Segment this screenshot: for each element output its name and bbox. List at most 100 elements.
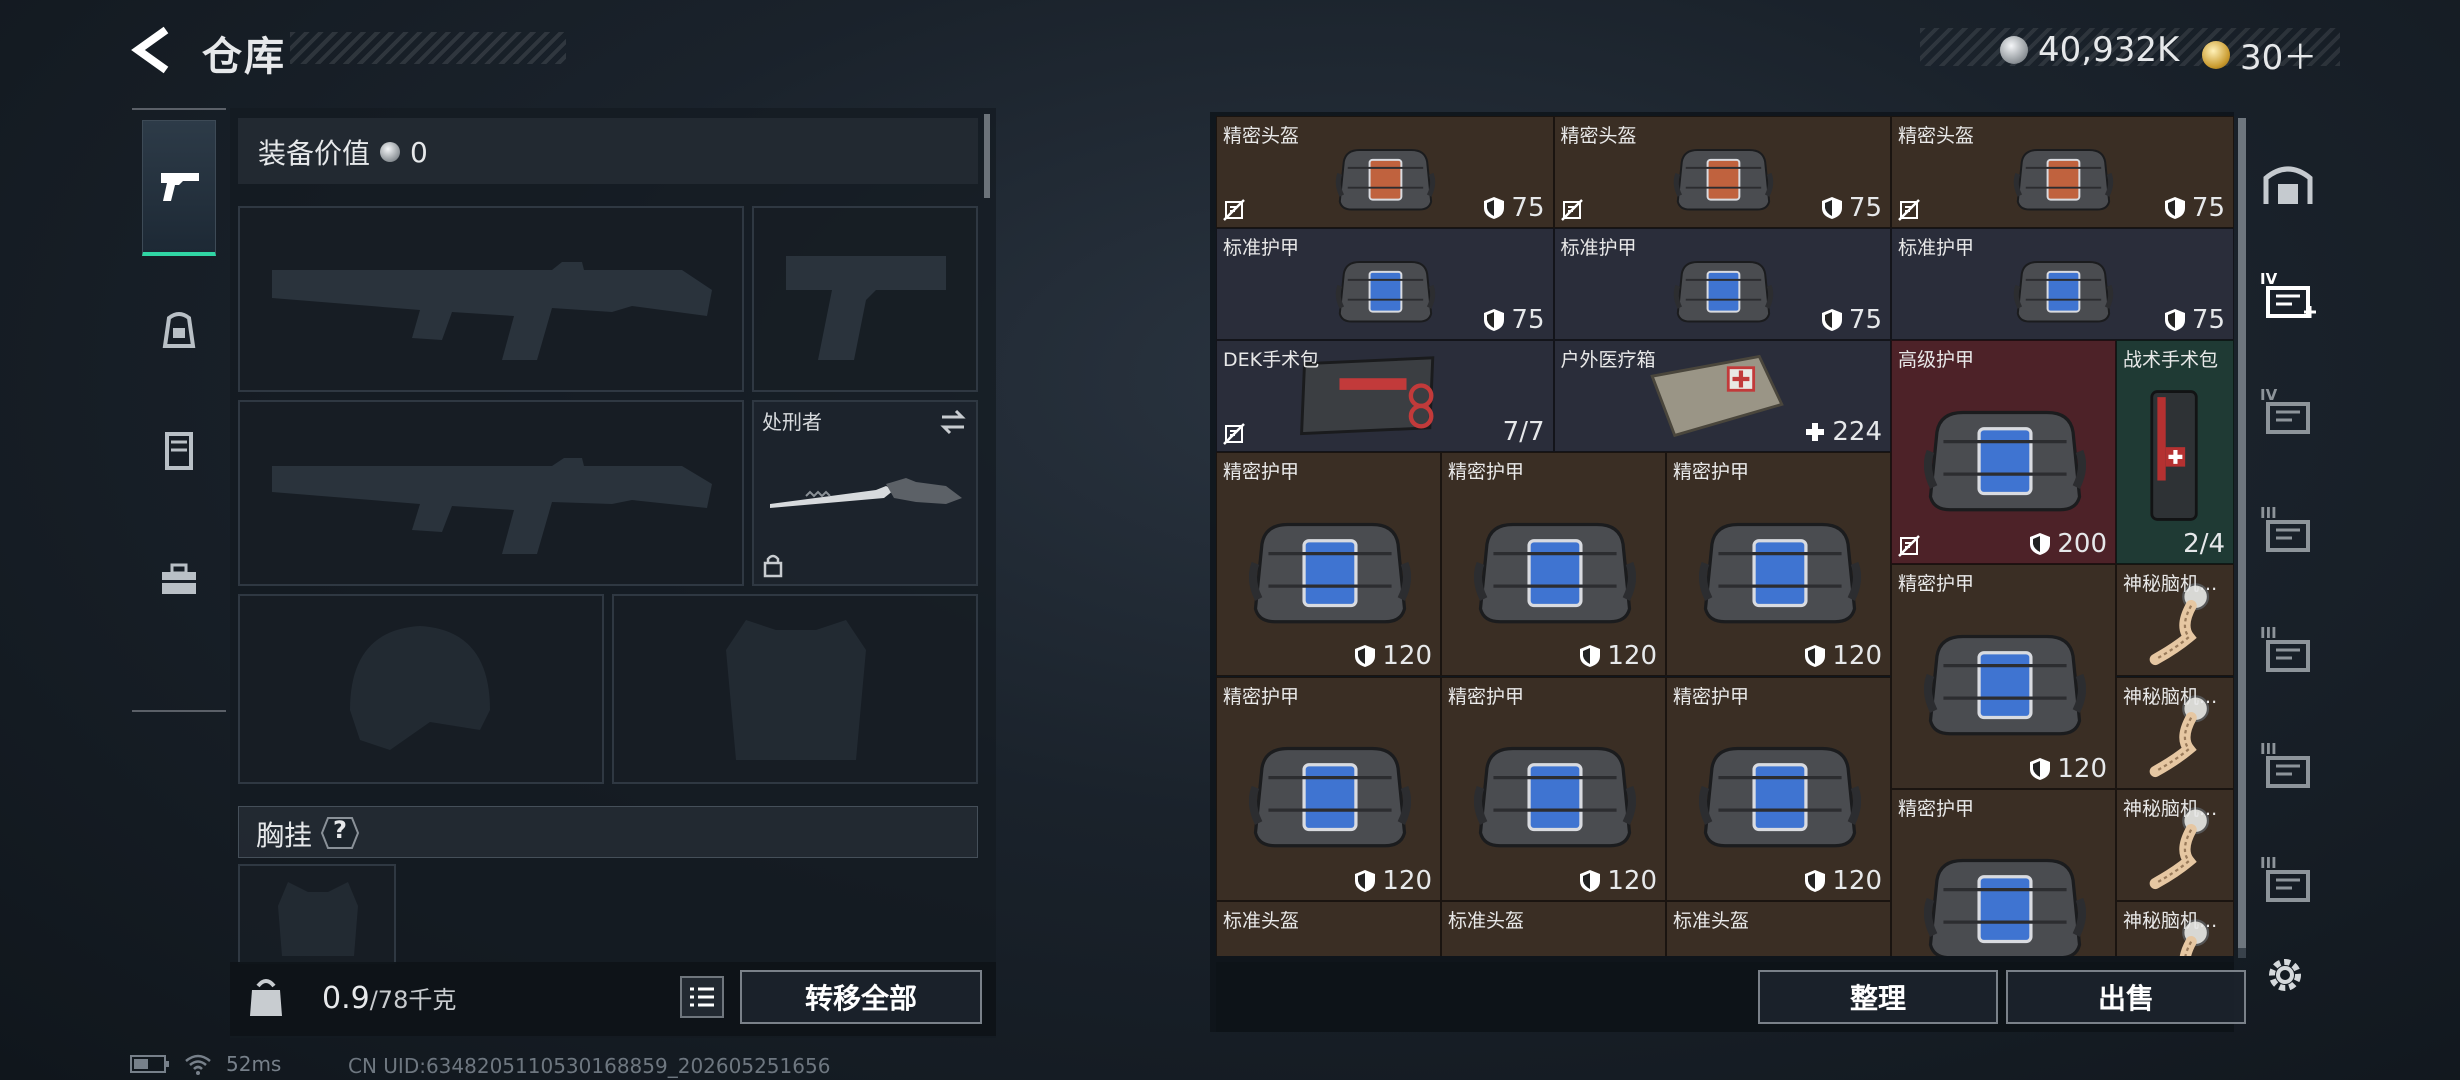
grid-item[interactable]: 精密头盔 75 [1553, 116, 1891, 229]
silver-currency[interactable]: 40,932K [2000, 30, 2179, 70]
container-tabs: IV IV III III III III [2250, 120, 2324, 920]
grid-item[interactable]: DEK手术包 7/7 [1216, 340, 1554, 453]
gold-amount: 30＋ [2240, 38, 2318, 78]
pistol-slot[interactable] [752, 206, 978, 392]
armor-slot[interactable] [612, 594, 978, 784]
container-icon [2266, 640, 2310, 672]
user-uid: CN UID:6348205110530168859_202605251656 [348, 1054, 831, 1078]
item-name: 标准头盔 [1223, 909, 1300, 932]
grid-item[interactable]: 神秘脑机... [2116, 900, 2234, 956]
back-arrow-icon[interactable] [130, 24, 174, 76]
backpack-icon [162, 312, 196, 348]
container-iv-icon[interactable]: IV [2260, 386, 2316, 442]
transfer-all-button[interactable]: 转移全部 [740, 970, 982, 1024]
grid-item[interactable]: 神秘脑机... [2116, 564, 2234, 677]
grid-item[interactable]: 标准护甲 75 [1216, 228, 1554, 341]
durability-shield-icon [1580, 869, 1601, 892]
helmet-item-icon [1474, 950, 1636, 956]
helmet-item-icon [1673, 149, 1773, 211]
tab-weapon[interactable] [142, 120, 216, 256]
item-name: 标准头盔 [1448, 909, 1525, 932]
armor-item-icon [1473, 522, 1636, 624]
grid-scrollbar-thumb[interactable] [2238, 118, 2246, 948]
grid-item[interactable]: 精密护甲 120 [1216, 676, 1441, 901]
durability-shield-icon [1484, 309, 1505, 332]
item-value: 75 [2164, 305, 2225, 335]
tab-backpack[interactable] [142, 280, 216, 380]
gold-currency[interactable]: 30＋ [2202, 30, 2317, 79]
no-insurance-icon [1898, 535, 1920, 558]
tab-toolbox[interactable] [142, 520, 216, 640]
sell-button[interactable]: 出售 [2006, 970, 2246, 1024]
gear-icon[interactable] [2262, 952, 2308, 998]
helmet-silhouette-icon [350, 626, 490, 750]
item-value: 120 [1579, 866, 1657, 896]
item-value-text: 75 [2191, 193, 2225, 224]
grid-item[interactable]: 精密护甲 120 [1441, 676, 1666, 901]
tab-vest[interactable] [142, 390, 216, 510]
helmet-item-icon [1249, 950, 1411, 956]
durability-shield-icon [2164, 197, 2185, 220]
armor-item-icon [1698, 746, 1861, 848]
container-iii-icon[interactable]: III [2260, 624, 2316, 680]
grid-item[interactable]: 标准头盔 [1666, 900, 1891, 956]
grid-item[interactable]: 精密头盔 75 [1891, 116, 2234, 229]
grid-item[interactable]: 精密护甲 120 [1891, 564, 2116, 789]
storage-icon[interactable] [2260, 156, 2316, 212]
grid-item[interactable]: 高级护甲 200 [1891, 340, 2116, 565]
container-icon [2266, 520, 2310, 552]
durability-shield-icon [1355, 869, 1376, 892]
armor-item-icon [1473, 746, 1636, 848]
secondary-weapon-slot[interactable] [238, 400, 744, 586]
grid-item[interactable]: 精密护甲 120 [1441, 452, 1666, 677]
grid-item[interactable]: 神秘脑机... [2116, 676, 2234, 789]
grid-item[interactable]: 神秘脑机... [2116, 788, 2234, 901]
grid-item[interactable]: 精密护甲 120 [1666, 452, 1891, 677]
item-value-text: 75 [2191, 305, 2225, 336]
item-name: 标准护甲 [1898, 237, 1975, 260]
durability-shield-icon [1805, 869, 1826, 892]
grid-item[interactable]: 精密头盔 75 [1216, 116, 1554, 229]
grid-item[interactable]: 标准护甲 75 [1891, 228, 2234, 341]
equipment-scrollbar[interactable] [984, 114, 990, 198]
silver-coin-icon [2000, 36, 2028, 64]
grid-item[interactable]: 标准头盔 [1216, 900, 1441, 956]
weight-readout: 0.9/78千克 [322, 980, 456, 1016]
container-iii-icon[interactable]: III [2260, 504, 2316, 560]
item-name: 标准护甲 [1223, 237, 1300, 260]
item-name: 高级护甲 [1898, 349, 1975, 372]
item-name: 精密护甲 [1898, 573, 1975, 596]
item-value-text: 75 [1511, 305, 1545, 336]
grid-item[interactable]: 标准护甲 75 [1553, 228, 1891, 341]
chest-rig-slot[interactable] [238, 864, 396, 964]
durability-shield-icon [2030, 757, 2051, 780]
durability-shield-icon [1805, 645, 1826, 668]
helmet-item-icon [1335, 149, 1436, 211]
grid-item[interactable]: 标准头盔 [1441, 900, 1666, 956]
container-iv-plus-icon[interactable]: IV [2260, 270, 2316, 326]
grid-item[interactable]: 精密护甲 120 [1216, 452, 1441, 677]
item-value-text: 75 [1511, 193, 1545, 224]
sort-button[interactable]: 整理 [1758, 970, 1998, 1024]
rifle-silhouette-icon [272, 262, 712, 360]
durability-shield-icon [1355, 645, 1376, 668]
item-name: 精密护甲 [1448, 461, 1525, 484]
container-iii-icon[interactable]: III [2260, 854, 2316, 910]
item-value-text: 120 [1607, 641, 1657, 672]
grid-item[interactable]: 户外医疗箱 224 [1553, 340, 1891, 453]
lock-icon [763, 554, 783, 578]
grid-item[interactable]: 精密护甲 120 [1666, 676, 1891, 901]
helmet-slot[interactable] [238, 594, 604, 784]
armor-item-icon [1248, 522, 1411, 624]
item-name: 精密护甲 [1898, 797, 1975, 820]
container-iii-icon[interactable]: III [2260, 740, 2316, 796]
grid-item[interactable]: 战术手术包 2/4 [2116, 340, 2234, 565]
primary-weapon-slot[interactable] [238, 206, 744, 392]
melee-slot[interactable]: 处刑者 [752, 400, 978, 586]
grid-item[interactable]: 精密护甲 [1891, 788, 2116, 956]
chest-rig-silhouette-icon [278, 882, 358, 956]
list-view-button[interactable] [680, 976, 724, 1018]
item-value: 120 [1804, 866, 1882, 896]
swap-icon[interactable] [938, 408, 968, 436]
gold-coin-icon [2202, 40, 2230, 69]
